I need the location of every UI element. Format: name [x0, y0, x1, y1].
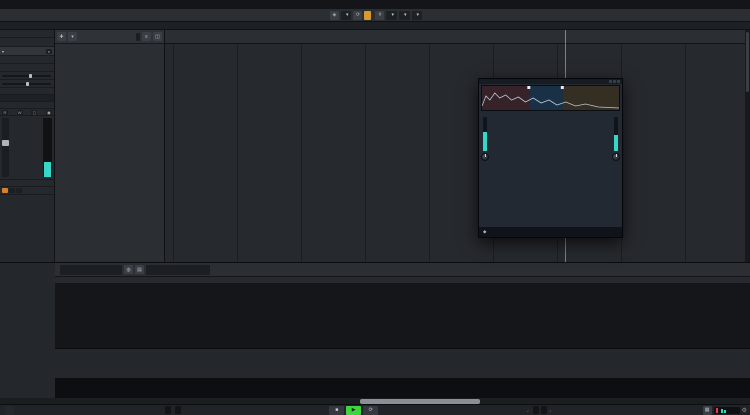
window-titlebar	[0, 0, 750, 9]
snap-icon[interactable]: #	[375, 10, 385, 20]
transport-bar: ■ ▶ ⟳ ♩ ♩ ▦ ⚙	[0, 404, 750, 415]
cycle-button[interactable]: ⟳	[363, 405, 379, 415]
reset-icon[interactable]: ⟳	[353, 10, 363, 20]
track-grid-icon[interactable]: ◫	[153, 32, 162, 41]
editor-toolbar: ◍ ▤	[55, 263, 750, 277]
left-locator-field[interactable]	[164, 406, 171, 414]
inserts-indicator[interactable]	[16, 188, 22, 193]
track-zoom-value[interactable]	[136, 32, 140, 41]
automation-mode-select[interactable]: ▾	[340, 10, 352, 20]
snap-mode-select[interactable]: ▾	[386, 10, 397, 20]
close-button[interactable]	[5, 2, 10, 7]
read-automation-button[interactable]: R	[2, 109, 8, 115]
project-ruler[interactable]	[165, 30, 745, 44]
grid-value-select[interactable]: ▾	[411, 10, 423, 20]
track-list: ✚ ▾ ≡ ◫	[55, 30, 165, 262]
output-clip-indicator[interactable]	[2, 188, 8, 193]
input-meter	[481, 115, 489, 223]
steinberg-logo-icon: ◆	[483, 229, 487, 234]
project-zone: ▾ e R W ◻ ◼ ✚ ▾ ≡ ◫	[0, 30, 750, 262]
tempo-display[interactable]	[541, 406, 548, 414]
track-scale-icon[interactable]: ≡	[142, 32, 151, 41]
chevron-down-icon: ▾	[345, 12, 349, 18]
chevron-down-icon: ▾	[391, 12, 394, 18]
position-display[interactable]	[533, 406, 540, 414]
auto-quantize-button[interactable]	[5, 405, 14, 415]
midi-activity-icon: ▦	[702, 405, 712, 415]
vertical-scrollbar[interactable]	[745, 30, 750, 262]
sends-indicator[interactable]	[9, 188, 15, 193]
quarter-note-icon: ♩	[526, 407, 532, 413]
mono-button[interactable]: ◻	[31, 109, 38, 115]
write-automation-button[interactable]: W	[16, 109, 23, 115]
plugin-header[interactable]	[479, 79, 622, 84]
status-line	[0, 22, 750, 30]
tempo-note-icon: ♩	[549, 407, 555, 413]
speaker-icon[interactable]: ◈	[329, 10, 339, 20]
fader-handle[interactable]	[2, 118, 9, 177]
input-gain-knob[interactable]	[481, 153, 489, 161]
add-track-icon[interactable]: ✚	[57, 32, 66, 41]
minimize-button[interactable]	[13, 2, 18, 7]
output-gain-knob[interactable]	[612, 153, 620, 161]
spectrum-display[interactable]	[481, 85, 620, 111]
plugin-window-squasher: ◆	[478, 78, 623, 238]
sampler-control	[55, 348, 750, 378]
listen-button[interactable]: ◼	[45, 109, 52, 115]
output-meter	[612, 115, 620, 223]
main-toolbar: ◈ ▾ ⟳ # ▾ ▾ ▾	[0, 9, 750, 22]
warning-badge[interactable]	[364, 10, 372, 20]
sampler-keyboard[interactable]	[55, 378, 750, 398]
zoom-button[interactable]	[21, 2, 26, 7]
track-list-header: ✚ ▾ ≡ ◫	[55, 30, 164, 44]
file-name-field	[146, 264, 210, 275]
volume-slider[interactable]	[2, 73, 51, 78]
waveform-display[interactable]	[55, 284, 750, 348]
frequency-scale	[479, 111, 622, 115]
editor-ruler[interactable]	[55, 277, 750, 284]
channel-fader	[0, 116, 54, 180]
folder-icon[interactable]: ▤	[135, 265, 144, 274]
preset-name-field[interactable]	[60, 264, 122, 275]
pan-slider[interactable]	[2, 81, 51, 86]
browse-presets-icon[interactable]: ◍	[124, 265, 133, 274]
chevron-down-icon: ▾	[2, 48, 5, 54]
cubase-window: ◈ ▾ ⟳ # ▾ ▾ ▾ ▾ e R W ◻ ◼ ✚ ▾ ≡ ◫ ◆ ◍ ▤ …	[0, 0, 750, 415]
edit-channel-icon[interactable]: e	[46, 48, 52, 54]
play-button[interactable]: ▶	[346, 405, 362, 415]
quantize-mode-select[interactable]: ▾	[399, 10, 410, 20]
track-filter-icon[interactable]: ▾	[68, 32, 77, 41]
lower-zone: ◍ ▤	[0, 262, 750, 405]
event-display	[165, 30, 745, 262]
transport-setup-icon[interactable]: ⚙	[742, 407, 747, 414]
audio-activity-meter	[713, 406, 740, 414]
right-locator-field[interactable]	[174, 406, 181, 414]
chevron-down-icon: ▾	[404, 12, 407, 18]
plugin-footer: ◆	[479, 227, 622, 237]
chevron-down-icon: ▾	[416, 12, 420, 18]
inspector-panel: ▾ e R W ◻ ◼	[0, 30, 55, 262]
stop-button[interactable]: ■	[329, 405, 345, 415]
level-meter	[43, 118, 52, 177]
